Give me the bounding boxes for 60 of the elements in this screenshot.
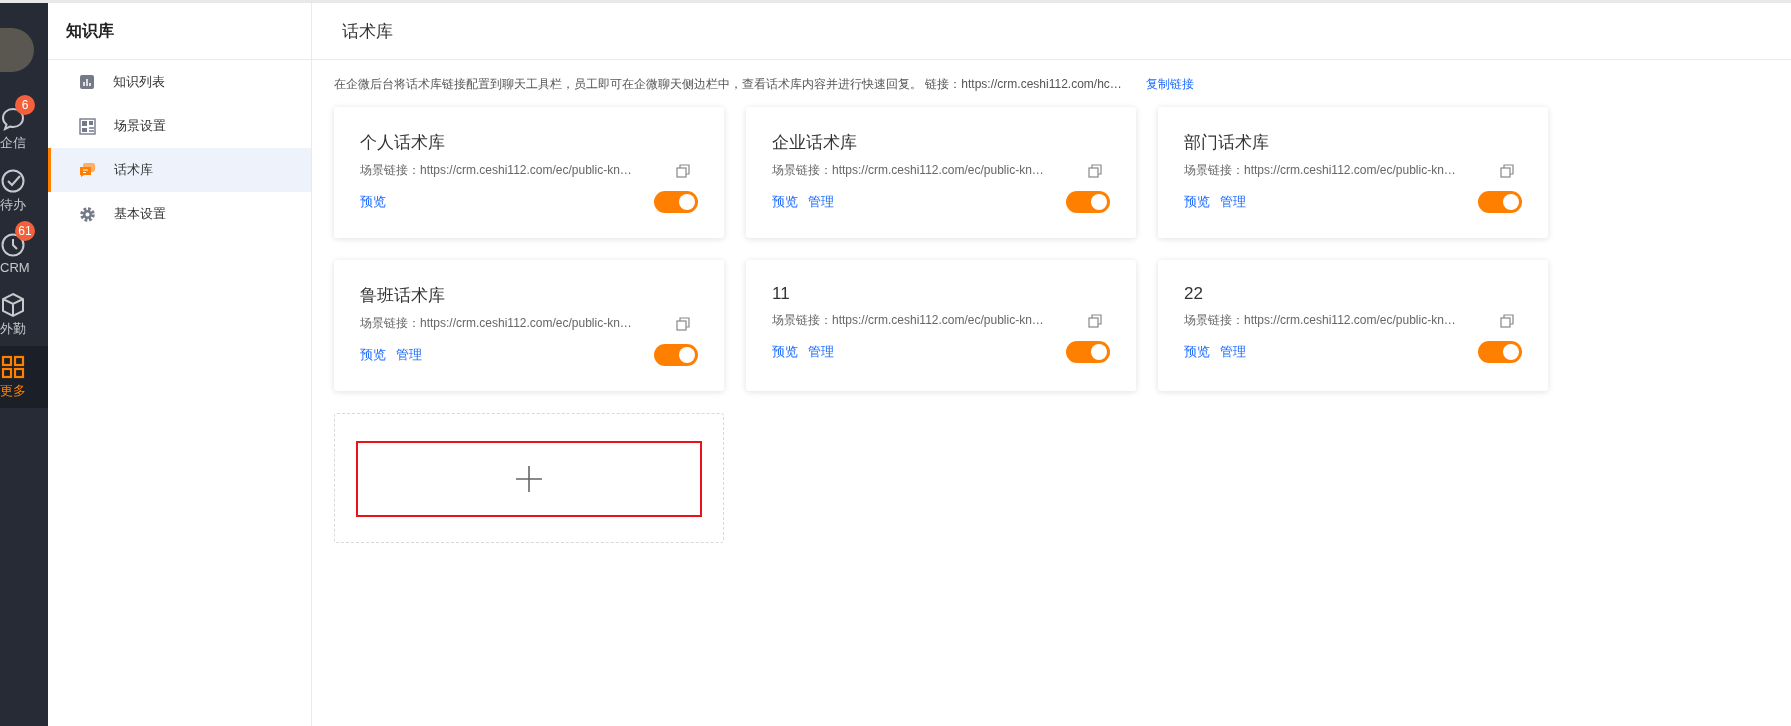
card-action-link[interactable]: 预览: [772, 193, 798, 211]
card-action-link[interactable]: 管理: [1220, 343, 1246, 361]
enable-toggle[interactable]: [1066, 191, 1110, 213]
rail-item[interactable]: 外勤: [0, 284, 48, 346]
card-title: 22: [1184, 284, 1204, 304]
card-action-link[interactable]: 管理: [396, 346, 422, 364]
sidebar-item[interactable]: 场景设置: [48, 104, 311, 148]
sidebar-item[interactable]: 知识列表: [48, 60, 311, 104]
scene-link-text: 场景链接：https://crm.ceshi112.com/ec/public-kn…: [360, 162, 632, 179]
enable-toggle[interactable]: [654, 344, 698, 366]
settings-icon: [79, 205, 96, 223]
unread-badge: 6: [15, 95, 35, 115]
card-action-link[interactable]: 预览: [772, 343, 798, 361]
cube-icon: [0, 292, 26, 318]
sidebar-title: 知识库: [48, 3, 311, 60]
scene-link-text: 场景链接：https://crm.ceshi112.com/ec/public-kn…: [360, 315, 632, 332]
avatar-photo: [0, 28, 34, 72]
card-title: 鲁班话术库: [360, 285, 446, 307]
card-action-link[interactable]: 预览: [360, 346, 386, 364]
bar-chart-icon: [79, 74, 95, 90]
rail-item[interactable]: 更多: [0, 346, 48, 408]
copy-icon[interactable]: [676, 163, 690, 178]
copy-icon[interactable]: [676, 316, 690, 331]
notice-text: 在企微后台将话术库链接配置到聊天工具栏，员工即可在企微聊天侧边栏中，查看话术库内容并进行快速回复。 链接：https://crm.ceshi112.com/hc…: [334, 76, 1122, 93]
layout-icon: [79, 117, 96, 135]
card-title: 个人话术库: [360, 132, 446, 154]
card-action-link[interactable]: 管理: [808, 193, 834, 211]
rail-item[interactable]: 61 CRM: [0, 222, 48, 284]
card-title: 企业话术库: [772, 132, 858, 154]
enable-toggle[interactable]: [654, 191, 698, 213]
sidebar-item[interactable]: 话术库: [48, 148, 311, 192]
page-title: 话术库: [342, 20, 393, 43]
card-action-link[interactable]: 预览: [1184, 193, 1210, 211]
sidebar-item[interactable]: 基本设置: [48, 192, 311, 236]
card-action-link[interactable]: 预览: [360, 193, 386, 211]
card-action-link[interactable]: 预览: [1184, 343, 1210, 361]
scene-link-text: 场景链接：https://crm.ceshi112.com/ec/public-kn…: [772, 162, 1044, 179]
add-button[interactable]: [356, 441, 702, 517]
scene-link-text: 场景链接：https://crm.ceshi112.com/ec/public-kn…: [772, 312, 1044, 329]
copy-link[interactable]: 复制链接: [1145, 76, 1194, 93]
copy-icon[interactable]: [1500, 163, 1514, 178]
copy-icon[interactable]: [1088, 313, 1102, 328]
card-title: 部门话术库: [1184, 132, 1270, 154]
card-action-link[interactable]: 管理: [1220, 193, 1246, 211]
enable-toggle[interactable]: [1066, 341, 1110, 363]
plus-icon: [515, 465, 543, 493]
card-action-link[interactable]: 管理: [808, 343, 834, 361]
check-circle-icon: [0, 168, 26, 194]
scene-link-text: 场景链接：https://crm.ceshi112.com/ec/public-kn…: [1184, 312, 1456, 329]
enable-toggle[interactable]: [1478, 191, 1522, 213]
enable-toggle[interactable]: [1478, 341, 1522, 363]
card-title: 11: [772, 284, 791, 304]
copy-icon[interactable]: [1500, 313, 1514, 328]
grid-icon: [0, 354, 26, 380]
copy-icon[interactable]: [1088, 163, 1102, 178]
unread-badge: 61: [15, 220, 35, 241]
rail-item[interactable]: 待办: [0, 160, 48, 222]
scene-link-text: 场景链接：https://crm.ceshi112.com/ec/public-kn…: [1184, 162, 1456, 179]
rail-item[interactable]: 6 企信: [0, 98, 48, 160]
message-icon: [79, 162, 96, 178]
